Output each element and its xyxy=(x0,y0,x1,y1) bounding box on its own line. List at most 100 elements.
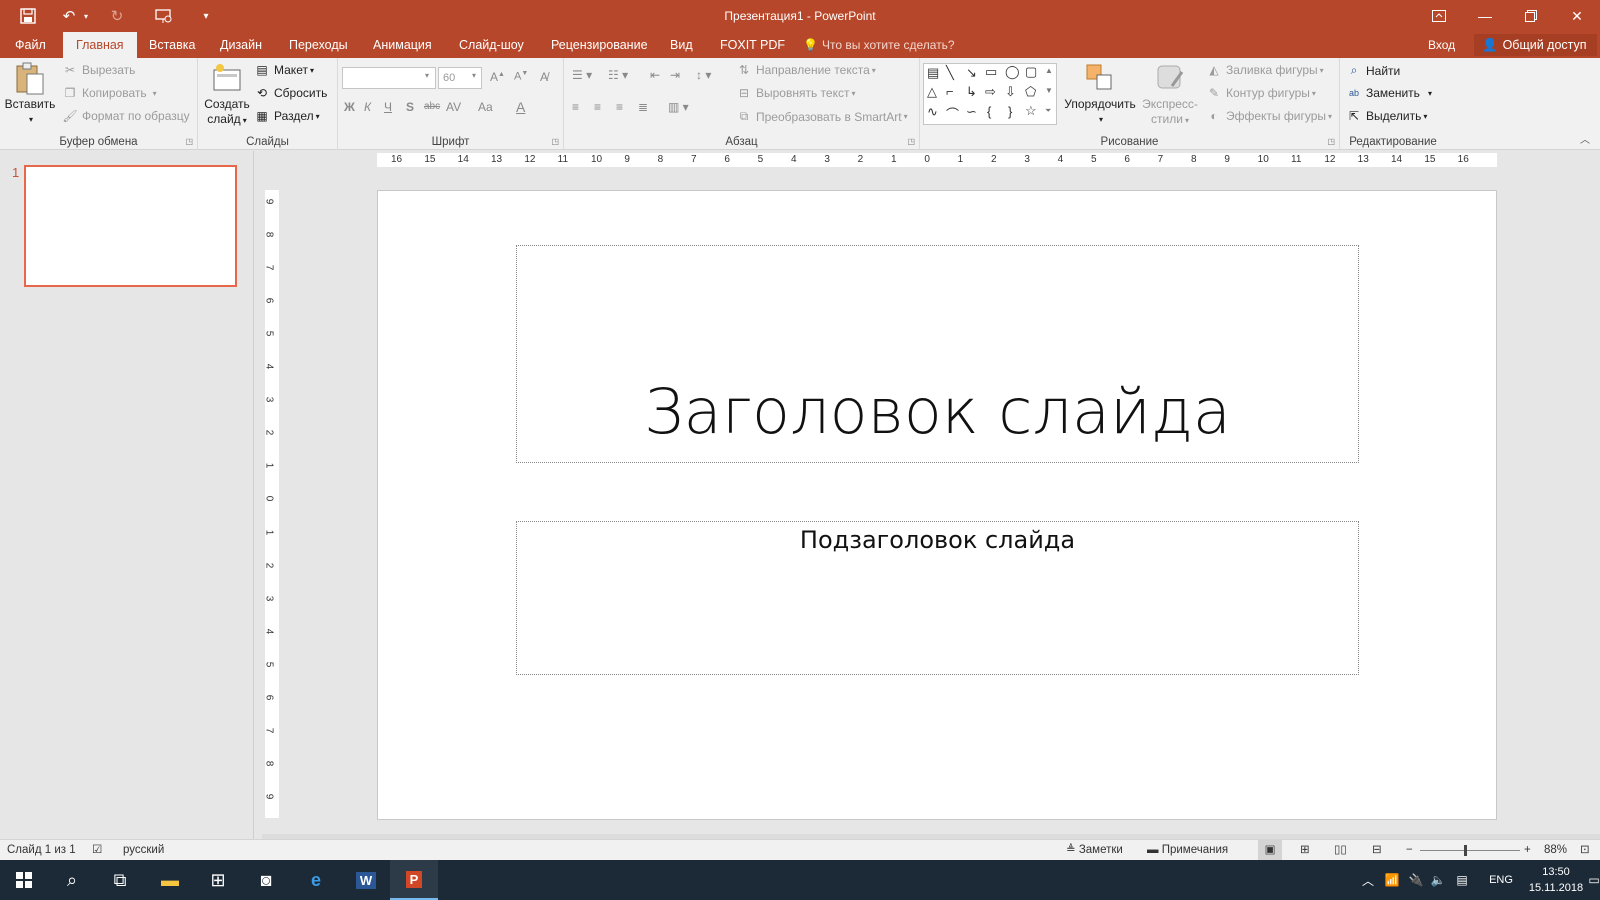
font-size-dropdown-icon[interactable]: ▾ xyxy=(472,71,476,80)
volume-icon[interactable]: 🔈 xyxy=(1426,860,1450,900)
zoom-level[interactable]: 88% xyxy=(1544,840,1567,861)
justify-icon[interactable]: ≣ xyxy=(638,100,648,114)
new-slide-button[interactable]: Создать слайд ▾ xyxy=(202,62,252,128)
arrow-line-shape-icon[interactable]: ↘ xyxy=(966,65,977,81)
notifications-icon[interactable]: ▭ xyxy=(1588,860,1600,900)
textbox-shape-icon[interactable]: ▤ xyxy=(927,65,939,81)
comments-button[interactable]: ▬ Примечания xyxy=(1147,840,1228,861)
zoom-out-icon[interactable]: − xyxy=(1406,840,1413,861)
italic-button[interactable]: К xyxy=(364,100,371,114)
character-spacing-button[interactable]: AV xyxy=(446,100,461,114)
triangle-shape-icon[interactable]: △ xyxy=(927,84,937,100)
drawing-dialog-launcher-icon[interactable]: ◳ xyxy=(1327,137,1335,146)
section-button[interactable]: ▦ Раздел ▾ xyxy=(254,109,319,123)
tab-foxit-pdf[interactable]: FOXIT PDF xyxy=(709,32,796,58)
elbow-arrow-icon[interactable]: ↳ xyxy=(966,84,977,100)
rectangle-shape-icon[interactable]: ▭ xyxy=(985,64,997,80)
columns-icon[interactable]: ▥ ▾ xyxy=(668,100,689,114)
clipboard-dialog-launcher-icon[interactable]: ◳ xyxy=(185,137,193,146)
language-indicator[interactable]: русский xyxy=(123,840,164,861)
camera-icon[interactable]: ◙ xyxy=(242,860,290,900)
wave-shape-icon[interactable]: ∽ xyxy=(966,104,977,120)
tab-animations[interactable]: Анимация xyxy=(362,32,443,58)
align-text-button[interactable]: ⊟ Выровнять текст ▾ xyxy=(736,86,856,100)
windows-start-icon[interactable] xyxy=(0,860,48,900)
share-button[interactable]: 👤 Общий доступ xyxy=(1474,34,1597,56)
tell-me-search[interactable]: 💡 Что вы хотите сделать? xyxy=(803,32,955,58)
tab-view[interactable]: Вид xyxy=(659,32,704,58)
change-case-button[interactable]: Aa xyxy=(478,100,493,114)
gallery-down-icon[interactable]: ▼ xyxy=(1045,86,1053,95)
gallery-more-icon[interactable]: ⏷ xyxy=(1045,106,1051,116)
paste-button[interactable]: Вставить ▾ xyxy=(4,62,56,127)
zoom-slider-thumb[interactable] xyxy=(1464,845,1467,856)
font-dialog-launcher-icon[interactable]: ◳ xyxy=(551,137,559,146)
tab-transitions[interactable]: Переходы xyxy=(278,32,359,58)
slide-thumbnail[interactable] xyxy=(24,165,237,287)
task-view-icon[interactable]: ⧉ xyxy=(96,860,144,900)
spellcheck-icon[interactable]: ☑ xyxy=(92,840,102,861)
font-name-dropdown-icon[interactable]: ▾ xyxy=(425,71,429,80)
notes-button[interactable]: ≜ Заметки xyxy=(1066,840,1123,861)
tab-home[interactable]: Главная xyxy=(63,32,137,58)
subtitle-placeholder[interactable]: Подзаголовок слайда xyxy=(516,521,1359,675)
format-painter-button[interactable]: 🖌 Формат по образцу xyxy=(62,109,189,123)
right-brace-shape-icon[interactable]: } xyxy=(1008,104,1012,119)
fit-slide-icon[interactable]: ⊡ xyxy=(1580,840,1590,861)
down-arrow-shape-icon[interactable]: ⇩ xyxy=(1005,84,1016,100)
power-icon[interactable]: 🔌 xyxy=(1404,860,1428,900)
clear-formatting-icon[interactable]: A̸ xyxy=(540,70,548,84)
reset-button[interactable]: ⟲ Сбросить xyxy=(254,86,327,100)
line-shape-icon[interactable]: ╲ xyxy=(946,65,954,81)
star-shape-icon[interactable]: ☆ xyxy=(1025,103,1037,119)
word-icon[interactable]: W xyxy=(342,860,390,900)
underline-button[interactable]: Ч xyxy=(384,100,392,114)
title-placeholder[interactable]: Заголовок слайда xyxy=(516,245,1359,463)
align-center-icon[interactable]: ≡ xyxy=(594,100,601,114)
slideshow-view-icon[interactable]: ⊟ xyxy=(1372,840,1382,861)
reading-view-icon[interactable]: ▯▯ xyxy=(1334,840,1347,861)
font-name-input[interactable] xyxy=(342,67,436,89)
freeform-shape-icon[interactable]: ⬠ xyxy=(1025,84,1036,100)
new-slide-dropdown-icon[interactable]: ▾ xyxy=(243,116,247,125)
sign-in-link[interactable]: Вход xyxy=(1428,32,1455,58)
find-button[interactable]: ⌕ Найти xyxy=(1346,63,1401,78)
bold-button[interactable]: Ж xyxy=(344,100,355,114)
action-center-icon[interactable]: ▤ xyxy=(1450,860,1474,900)
slide-sorter-icon[interactable]: ⊞ xyxy=(1300,840,1310,861)
shape-effects-button[interactable]: ◐ Эффекты фигуры ▾ xyxy=(1206,109,1332,123)
increase-indent-icon[interactable]: ⇥ xyxy=(670,68,680,82)
line-spacing-icon[interactable]: ↕ ▾ xyxy=(696,68,711,82)
network-icon[interactable]: 📶 xyxy=(1380,860,1404,900)
decrease-font-icon[interactable]: A▼ xyxy=(514,70,528,83)
shadow-button[interactable]: S xyxy=(406,100,414,114)
rounded-rect-shape-icon[interactable]: ▢ xyxy=(1025,64,1037,80)
shape-outline-button[interactable]: ✎ Контур фигуры ▾ xyxy=(1206,86,1316,100)
zoom-in-icon[interactable]: + xyxy=(1524,840,1531,861)
shape-fill-button[interactable]: ◭ Заливка фигуры ▾ xyxy=(1206,63,1323,77)
arrange-button[interactable]: Упорядочить ▾ xyxy=(1062,62,1138,127)
tab-file[interactable]: Файл xyxy=(4,32,57,58)
edge-icon[interactable]: e xyxy=(292,860,340,900)
select-button[interactable]: ⇱ Выделить ▾ xyxy=(1346,109,1427,123)
elbow-connector-icon[interactable]: ⌐ xyxy=(946,84,954,99)
layout-button[interactable]: ▤ Макет ▾ xyxy=(254,63,314,77)
gallery-up-icon[interactable]: ▲ xyxy=(1045,66,1053,75)
ribbon-display-options-icon[interactable] xyxy=(1416,0,1462,32)
left-brace-shape-icon[interactable]: { xyxy=(987,104,991,119)
convert-smartart-button[interactable]: ⧉ Преобразовать в SmartArt ▾ xyxy=(736,109,908,124)
restore-icon[interactable] xyxy=(1508,0,1554,32)
tab-slideshow[interactable]: Слайд-шоу xyxy=(448,32,535,58)
oval-shape-icon[interactable]: ◯ xyxy=(1005,64,1020,80)
tab-insert[interactable]: Вставка xyxy=(138,32,206,58)
taskbar-clock[interactable]: 13:50 15.11.2018 xyxy=(1520,864,1592,896)
paste-dropdown-icon[interactable]: ▾ xyxy=(6,112,56,127)
file-explorer-icon[interactable]: ▬ xyxy=(146,860,194,900)
strikethrough-button[interactable]: abc xyxy=(424,101,440,112)
minimize-icon[interactable]: — xyxy=(1462,0,1508,32)
tab-review[interactable]: Рецензирование xyxy=(540,32,659,58)
quick-styles-button[interactable]: Экспресс- стили ▾ xyxy=(1140,62,1200,128)
decrease-indent-icon[interactable]: ⇤ xyxy=(650,68,660,82)
cut-button[interactable]: ✂ Вырезать xyxy=(62,63,135,77)
replace-button[interactable]: ab Заменить ▾ xyxy=(1346,86,1432,100)
